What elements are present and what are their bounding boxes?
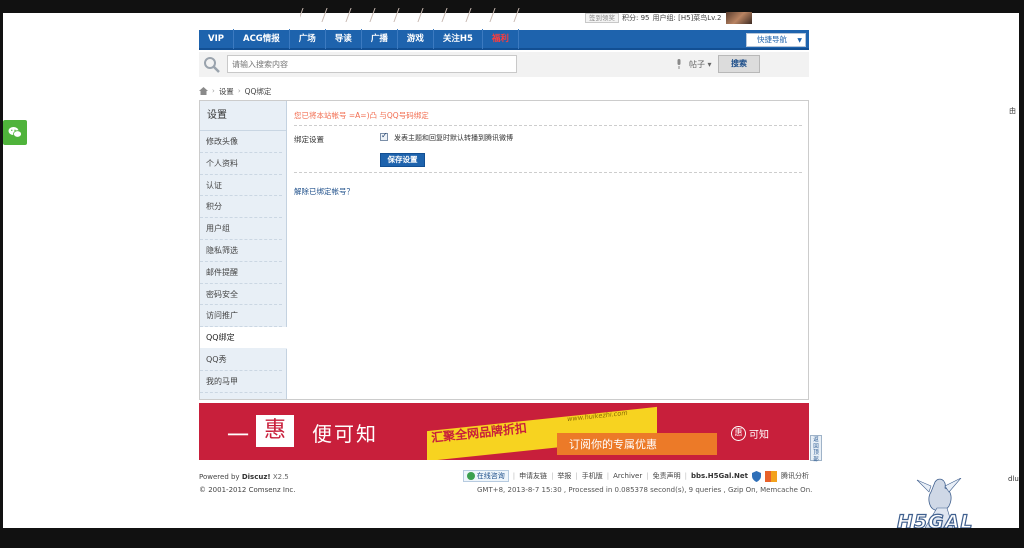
quick-nav-dropdown[interactable]: 快捷导航 ▼ xyxy=(746,33,806,47)
sidebar-item-2[interactable]: 认证 xyxy=(200,175,282,197)
save-settings-button[interactable]: 保存设置 xyxy=(380,153,425,167)
footer-credits: Powered by Discuz! X2.5 © 2001-2012 Coms… xyxy=(199,471,295,497)
sidebar-item-9[interactable]: QQ绑定 xyxy=(200,327,287,349)
window-frame-left xyxy=(0,0,3,548)
search-input[interactable] xyxy=(227,55,517,73)
copyright-text: © 2001-2012 Comsenz Inc. xyxy=(199,486,296,494)
footer-separator: | xyxy=(684,472,687,480)
back-to-top-button[interactable]: 返回顶部 xyxy=(810,435,822,463)
wechat-icon xyxy=(8,127,22,138)
nav-item-4[interactable]: 广播 xyxy=(362,29,398,49)
footer-link-disclaimer[interactable]: 免责声明 xyxy=(653,471,681,481)
nav-item-3[interactable]: 导读 xyxy=(326,29,362,49)
footer-separator: | xyxy=(551,472,554,480)
usergroup-text[interactable]: 用户组: [H5]菜鸟Lv.2 xyxy=(653,13,722,23)
cnzz-icon[interactable] xyxy=(765,470,777,482)
settings-panel: 设置 修改头像 个人资料 认证 积分 用户组 隐私筛选 邮件提醒 密码安全 访问推广 QQ绑定 QQ… xyxy=(199,100,809,400)
header-banner-art xyxy=(300,8,580,22)
breadcrumb-item-settings[interactable]: 设置 xyxy=(219,86,234,97)
ad-slogan-band: 汇聚全网品牌折扣 www.huikezhi.com 订阅你的专属优惠 xyxy=(417,406,717,460)
sidebar-item-4[interactable]: 用户组 xyxy=(200,218,282,240)
shield-icon[interactable] xyxy=(752,470,761,482)
user-status-bar: 签到领奖 积分: 95 用户组: [H5]菜鸟Lv.2 xyxy=(585,12,753,24)
discuz-link[interactable]: Discuz! xyxy=(242,473,271,481)
footer-separator: | xyxy=(575,472,578,480)
ad-slogan-secondary: 订阅你的专属优惠 xyxy=(569,438,657,451)
footer-separator: | xyxy=(646,472,649,480)
breadcrumb-item-qq-bind: QQ绑定 xyxy=(244,86,272,96)
microphone-icon[interactable] xyxy=(676,59,682,69)
footer-link-stats[interactable]: 腾讯分析 xyxy=(781,471,809,481)
nav-item-1[interactable]: ACG情报 xyxy=(234,29,290,49)
sidebar-item-5[interactable]: 隐私筛选 xyxy=(200,240,282,262)
window-frame-bottom xyxy=(0,528,1024,548)
divider xyxy=(294,172,802,173)
sidebar-item-0[interactable]: 修改头像 xyxy=(200,131,282,153)
points-text[interactable]: 积分: 95 xyxy=(622,13,650,23)
footer-separator: | xyxy=(606,472,610,480)
breadcrumb-separator: › xyxy=(212,87,215,95)
nav-item-0[interactable]: VIP xyxy=(199,29,234,49)
online-consult-button[interactable]: 在线咨询 xyxy=(462,470,509,482)
ad-logo-circle: 惠 xyxy=(731,426,746,441)
consult-label: 在线咨询 xyxy=(476,472,505,480)
ad-logo: 惠 可知 xyxy=(731,426,769,441)
breadcrumb-separator: › xyxy=(237,87,241,95)
repost-weibo-label[interactable]: 发表主题和回复时默认转播到腾讯微博 xyxy=(394,133,513,143)
main-nav: VIP ACG情报 广场 导读 广播 游戏 关注H5 福利 快捷导航 ▼ xyxy=(199,29,809,50)
ad-logo-text: 可知 xyxy=(749,430,769,441)
bind-settings-label: 绑定设置 xyxy=(294,135,324,144)
sidebar-item-6[interactable]: 邮件提醒 xyxy=(200,262,282,284)
bind-notice: 您已将本站帐号 =A=)凸 与QQ号码绑定 xyxy=(294,111,429,120)
ad-text-hui: 惠 xyxy=(256,415,294,447)
divider xyxy=(294,125,802,126)
chevron-down-icon: ▼ xyxy=(797,37,802,44)
footer-link-report[interactable]: 举报 xyxy=(557,471,571,481)
footer-link-archiver[interactable]: Archiver xyxy=(613,472,642,480)
qq-bind-content: 您已将本站帐号 =A=)凸 与QQ号码绑定 绑定设置 发表主题和回复时默认转播到… xyxy=(294,101,804,399)
settings-sidebar: 设置 修改头像 个人资料 认证 积分 用户组 隐私筛选 邮件提醒 密码安全 访问推广 QQ绑定 QQ… xyxy=(200,101,287,399)
nav-item-7[interactable]: 福利 xyxy=(483,29,519,49)
processed-info: GMT+8, 2013-8-7 15:30 , Processed in 0.0… xyxy=(477,486,813,494)
ad-text-yi: 一 xyxy=(227,424,250,449)
quick-nav-label: 快捷导航 xyxy=(757,35,787,44)
sidebar-item-8[interactable]: 访问推广 xyxy=(200,305,282,328)
window-frame-right xyxy=(1019,0,1024,548)
powered-by-text: Powered by xyxy=(199,473,240,481)
footer-separator: | xyxy=(512,472,516,480)
edge-text-top: 由 xyxy=(1009,107,1016,115)
search-type-label: 帖子 xyxy=(689,60,705,69)
home-icon[interactable] xyxy=(199,87,208,95)
search-button[interactable]: 搜索 xyxy=(718,55,760,73)
nav-item-2[interactable]: 广场 xyxy=(290,29,326,49)
avatar[interactable] xyxy=(726,12,753,24)
footer-site-link[interactable]: bbs.H5Gal.Net xyxy=(691,472,748,480)
consult-icon xyxy=(466,472,475,480)
repost-weibo-checkbox[interactable] xyxy=(380,131,388,141)
sidebar-item-3[interactable]: 积分 xyxy=(200,196,282,219)
footer-link-friendlink[interactable]: 申请友链 xyxy=(519,471,547,481)
search-bar: 帖子 ▾ 搜索 xyxy=(199,52,809,77)
footer-link-mobile[interactable]: 手机版 xyxy=(582,471,603,481)
checkin-button[interactable]: 签到领奖 xyxy=(585,13,619,23)
edge-text-bottom: dlu xyxy=(1008,475,1019,483)
search-icon xyxy=(204,57,220,73)
nav-item-6[interactable]: 关注H5 xyxy=(434,29,483,49)
ad-banner[interactable]: 一 惠 便可知 汇聚全网品牌折扣 www.huikezhi.com 订阅你的专属… xyxy=(199,403,809,460)
sidebar-item-1[interactable]: 个人资料 xyxy=(200,153,282,175)
sidebar-item-7[interactable]: 密码安全 xyxy=(200,284,282,306)
wechat-share-button[interactable] xyxy=(3,120,27,145)
sidebar-item-10[interactable]: QQ秀 xyxy=(200,349,282,371)
unbind-account-link[interactable]: 解除已绑定帐号？ xyxy=(294,186,354,197)
search-type-select[interactable]: 帖子 ▾ xyxy=(689,59,712,70)
nav-item-5[interactable]: 游戏 xyxy=(398,29,434,49)
sidebar-title: 设置 xyxy=(200,101,286,131)
sidebar-item-11[interactable]: 我的马甲 xyxy=(200,371,282,393)
breadcrumb: › 设置 › QQ绑定 xyxy=(199,86,271,96)
ad-brand-name: 便可知 xyxy=(312,422,378,446)
footer-links: 在线咨询 | 申请友链 | 举报 | 手机版 | Archiver | 免责声明… xyxy=(462,470,809,482)
version-text: X2.5 xyxy=(272,473,289,481)
